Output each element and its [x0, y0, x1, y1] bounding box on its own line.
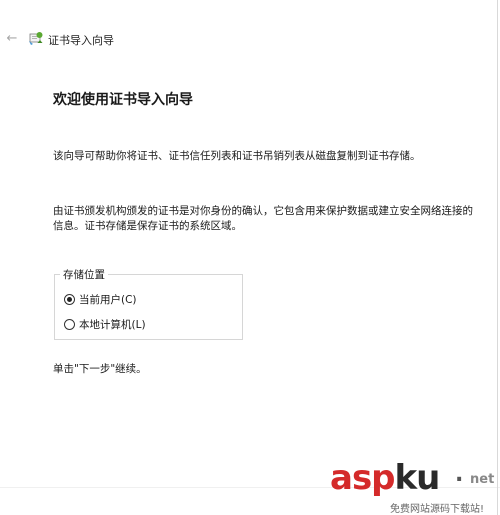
- window-right-border: [497, 0, 498, 515]
- certificate-import-wizard-window: ← 证书导入向导 欢迎使用证书导入向导 该向导可帮助你将证书、证书信任列表和证书…: [0, 0, 500, 515]
- radio-local-machine[interactable]: 本地计算机(L): [64, 317, 146, 331]
- watermark-asp: asp: [330, 458, 396, 498]
- description-paragraph: 由证书颁发机构颁发的证书是对你身份的确认，它包含用来保护数据或建立安全网络连接的…: [53, 205, 473, 232]
- watermark-ku: ku: [394, 458, 441, 498]
- watermark-tld: net: [470, 472, 495, 487]
- radio-current-user[interactable]: 当前用户(C): [64, 292, 137, 306]
- watermark-brand: aspku: [330, 458, 441, 498]
- intro-paragraph: 该向导可帮助你将证书、证书信任列表和证书吊销列表从磁盘复制到证书存储。: [53, 150, 421, 162]
- watermark-subtitle: 免费网站源码下载站!: [390, 504, 485, 515]
- radio-dot-icon: [67, 296, 72, 302]
- wizard-titlebar: ← 证书导入向导: [0, 24, 500, 52]
- page-heading: 欢迎使用证书导入向导: [53, 92, 193, 108]
- watermark-dot: .: [455, 462, 464, 487]
- store-location-label: 存储位置: [60, 267, 108, 282]
- radio-button-selected-icon[interactable]: [64, 293, 75, 305]
- wizard-title: 证书导入向导: [48, 34, 114, 47]
- store-location-group: 存储位置 当前用户(C) 本地计算机(L): [54, 267, 243, 340]
- radio-button-unselected-icon[interactable]: [64, 318, 75, 330]
- back-arrow-icon[interactable]: ←: [5, 32, 19, 46]
- radio-current-user-label[interactable]: 当前用户(C): [79, 292, 137, 307]
- aspku-watermark-logo: aspku . net 免费网站源码下载站!: [330, 458, 498, 515]
- radio-local-machine-label[interactable]: 本地计算机(L): [79, 317, 146, 332]
- continue-instruction: 单击"下一步"继续。: [53, 363, 147, 375]
- certificate-wizard-icon: [29, 32, 43, 45]
